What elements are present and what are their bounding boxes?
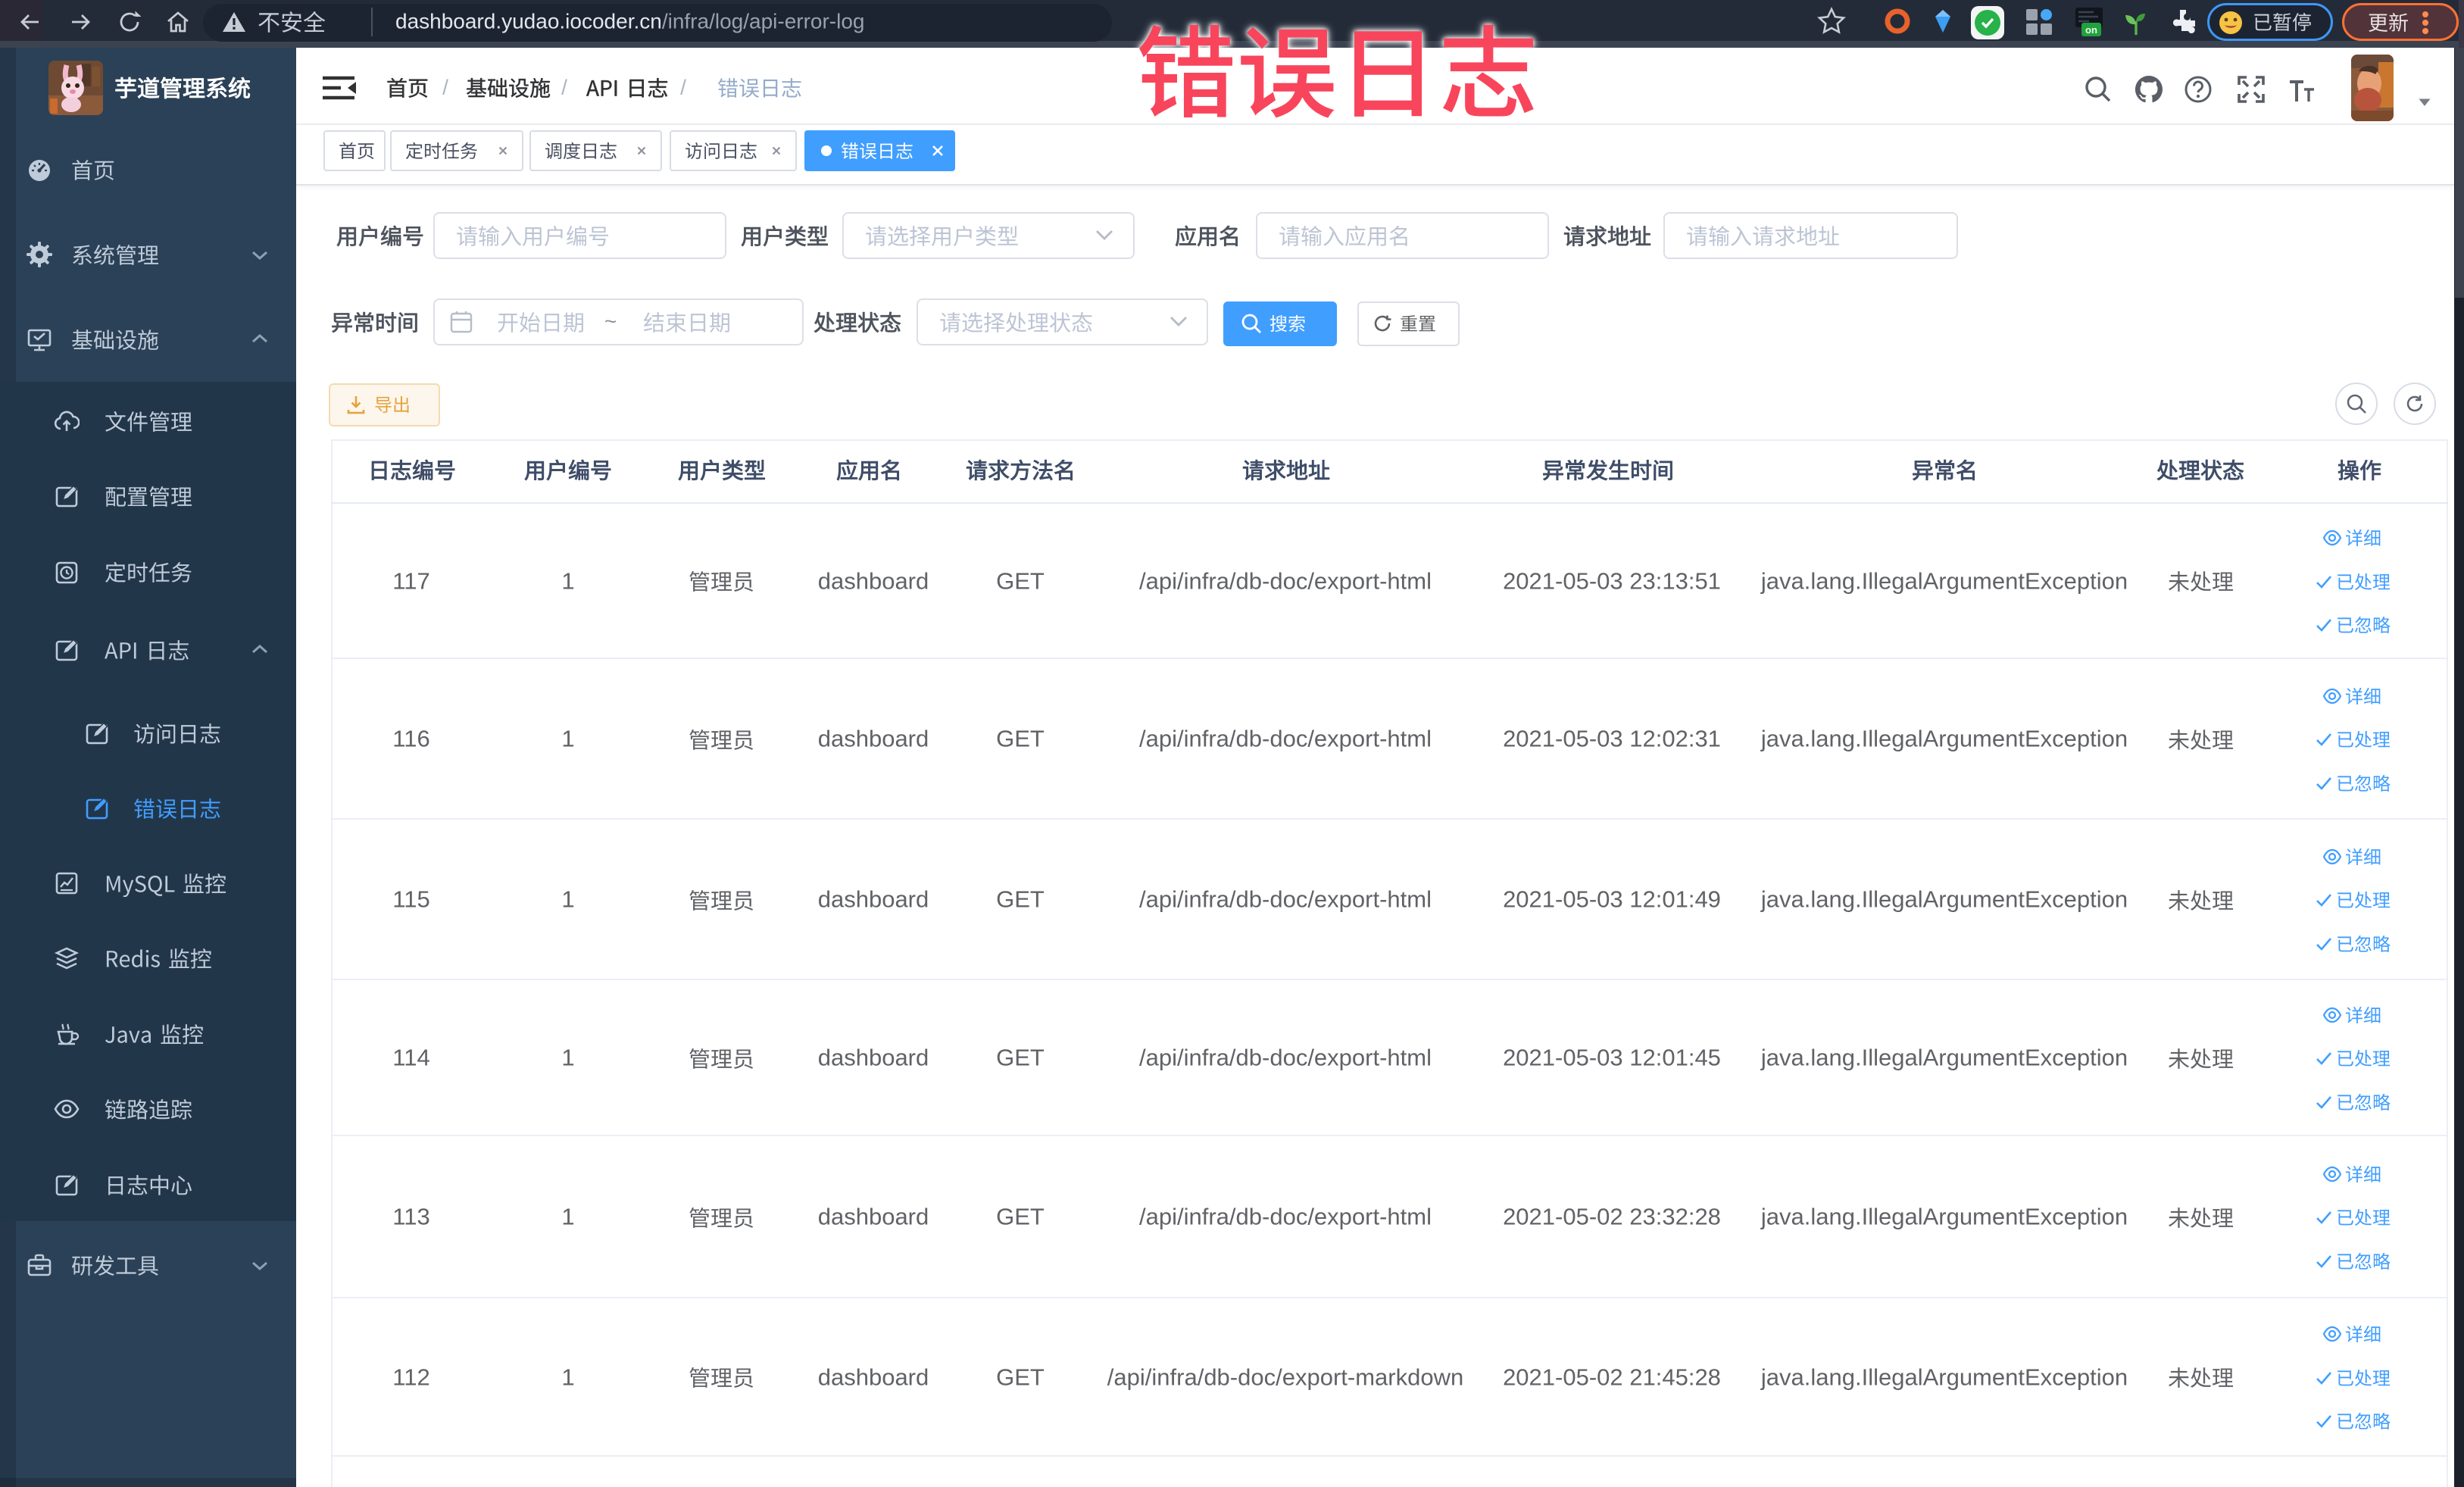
svg-text:on: on — [2085, 24, 2097, 36]
